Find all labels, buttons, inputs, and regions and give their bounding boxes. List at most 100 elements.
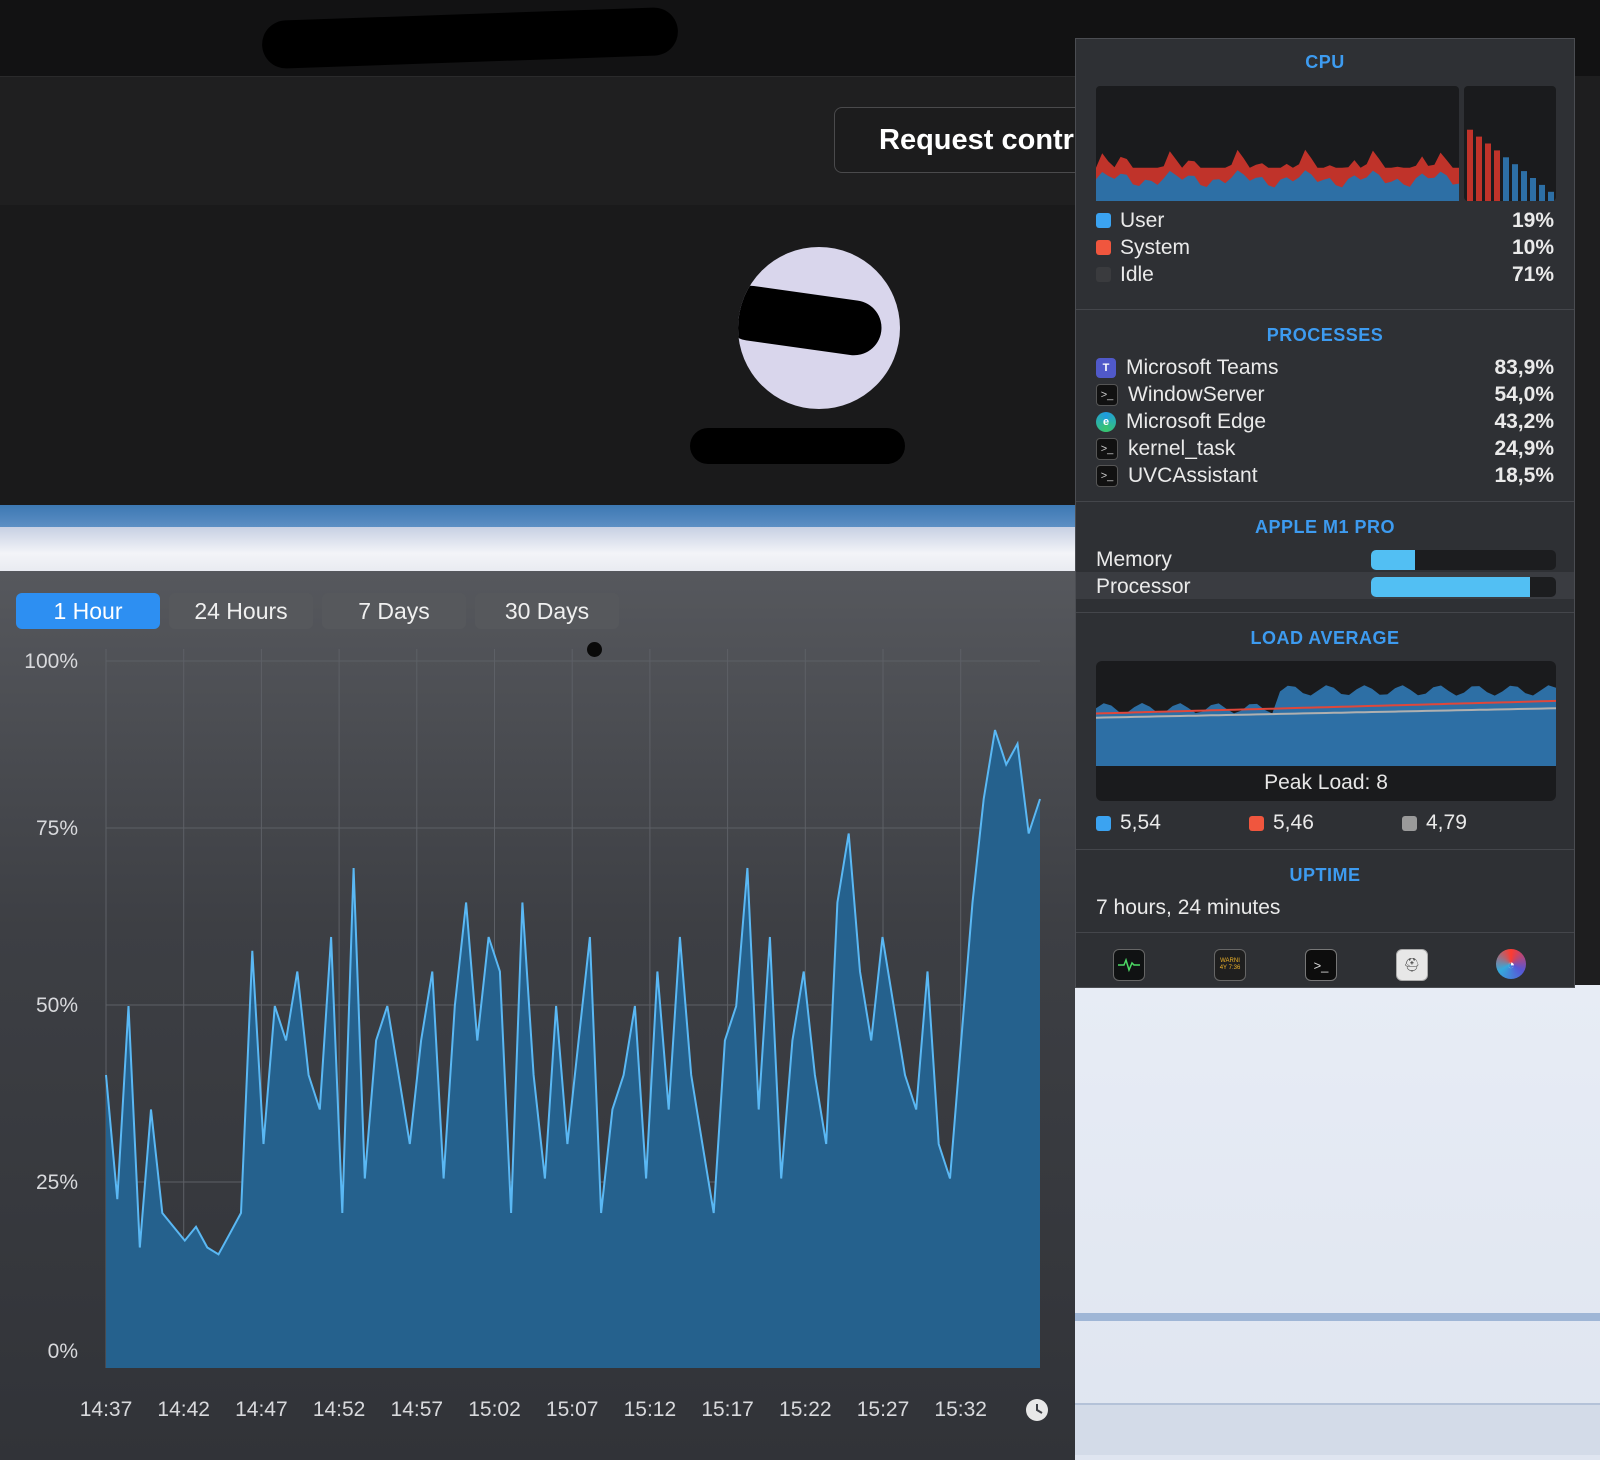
disk-utility-icon[interactable]: ⛑ xyxy=(1396,949,1428,981)
process-value: 43,2% xyxy=(1494,409,1554,433)
cpu-core-bar xyxy=(1521,171,1527,201)
teams-icon: T xyxy=(1096,357,1116,378)
istat-menus-popup: CPU User 19% System 10% Idle 71% PROCESS… xyxy=(1075,38,1575,988)
x-tick-label: 14:42 xyxy=(157,1398,210,1421)
load-1min-swatch xyxy=(1096,815,1111,831)
load-1min: 5,54 xyxy=(1096,811,1161,835)
cpu-core-bar xyxy=(1539,184,1545,201)
terminal-icon: >_ xyxy=(1096,383,1118,406)
process-name: kernel_task xyxy=(1128,436,1236,460)
cpu-core-bar xyxy=(1548,191,1554,201)
cpu-graph xyxy=(1096,86,1556,201)
process-row[interactable]: >_ WindowServer 54,0% xyxy=(1096,381,1554,408)
load-5min-swatch xyxy=(1249,815,1264,831)
load-values: 5,54 5,46 4,79 xyxy=(1096,811,1556,838)
process-value: 54,0% xyxy=(1494,382,1554,406)
cpu-section-title: CPU xyxy=(1305,52,1345,72)
x-tick-label: 14:57 xyxy=(391,1398,444,1421)
cpu-system-row: System 10% xyxy=(1096,234,1554,261)
console-icon-text: WARNI 4Y 7:36 xyxy=(1219,958,1241,971)
x-tick-label: 14:52 xyxy=(313,1398,366,1421)
cpu-user-value: 19% xyxy=(1511,208,1554,232)
process-value: 18,5% xyxy=(1494,463,1554,487)
process-row[interactable]: >_ UVCAssistant 18,5% xyxy=(1096,462,1554,489)
redacted-name xyxy=(690,428,905,464)
memory-bar xyxy=(1371,550,1556,570)
system-swatch xyxy=(1096,240,1111,255)
cpu-core-bar xyxy=(1485,143,1491,201)
y-axis: 100% 75% 50% 25% 0% xyxy=(24,650,78,1363)
avatar xyxy=(738,247,900,409)
process-value: 24,9% xyxy=(1494,436,1554,460)
x-tick-label: 15:12 xyxy=(624,1398,677,1421)
cpu-user-label: User xyxy=(1120,208,1165,232)
participant-area xyxy=(0,205,1075,505)
load-5min-value: 5,46 xyxy=(1273,811,1314,834)
chip-section-title: APPLE M1 PRO xyxy=(1254,517,1396,537)
background-divider xyxy=(1075,1313,1600,1321)
x-tick-label: 15:07 xyxy=(546,1398,599,1421)
window-edge xyxy=(1575,76,1600,986)
separator xyxy=(1076,309,1574,310)
x-tick-label: 15:22 xyxy=(779,1398,832,1421)
processes-section-title: PROCESSES xyxy=(1266,325,1384,345)
x-tick-label: 14:37 xyxy=(80,1398,133,1421)
cpu-history-chart: 100% 75% 50% 25% 0% 14:37 14:42 14:47 14:52 14:5… xyxy=(24,649,1048,1421)
cpu-core-bar xyxy=(1467,129,1473,201)
background-window xyxy=(1075,985,1600,1460)
x-tick-label: 15:02 xyxy=(468,1398,521,1421)
process-name: Microsoft Edge xyxy=(1126,409,1267,433)
uptime-value: 7 hours, 24 minutes xyxy=(1096,895,1281,919)
process-row[interactable]: e Microsoft Edge 43,2% xyxy=(1096,408,1554,435)
request-control-button[interactable]: Request contr xyxy=(834,107,1094,173)
y-tick-label: 0% xyxy=(48,1340,78,1363)
peak-load-label: Peak Load: 8 xyxy=(1264,771,1388,794)
x-tick-label: 14:47 xyxy=(235,1398,288,1421)
background-footer xyxy=(1075,1403,1600,1455)
terminal-icon: >_ xyxy=(1096,464,1118,487)
process-value: 83,9% xyxy=(1494,355,1554,379)
terminal-icon: >_ xyxy=(1096,437,1118,460)
process-name: UVCAssistant xyxy=(1128,463,1258,487)
processor-bar xyxy=(1371,577,1556,597)
cpu-idle-row: Idle 71% xyxy=(1096,261,1554,288)
window-frame-bar xyxy=(0,505,1075,527)
cpu-core-bar xyxy=(1512,164,1518,201)
process-name: WindowServer xyxy=(1128,382,1265,406)
clock-icon[interactable] xyxy=(1026,1399,1048,1421)
cpu-system-label: System xyxy=(1120,235,1191,259)
cpu-core-bar xyxy=(1503,157,1509,201)
x-tick-label: 15:27 xyxy=(857,1398,910,1421)
separator xyxy=(1076,612,1574,613)
x-tick-label: 15:32 xyxy=(934,1398,987,1421)
separator xyxy=(1076,849,1574,850)
istat-icon[interactable]: ◔ xyxy=(1496,949,1526,979)
terminal-app-icon[interactable]: >_ xyxy=(1305,949,1337,981)
cpu-system-value: 10% xyxy=(1511,235,1554,259)
separator xyxy=(1076,932,1574,933)
cpu-idle-label: Idle xyxy=(1120,262,1154,286)
activity-monitor-icon[interactable] xyxy=(1113,949,1145,981)
process-row[interactable]: T Microsoft Teams 83,9% xyxy=(1096,354,1554,381)
x-axis: 14:37 14:42 14:47 14:52 14:57 15:02 15:07 15:12… xyxy=(80,1398,987,1421)
load-1min-value: 5,54 xyxy=(1120,811,1161,834)
load-5min: 5,46 xyxy=(1249,811,1314,835)
cpu-idle-value: 71% xyxy=(1511,262,1554,286)
y-tick-label: 25% xyxy=(36,1171,78,1194)
processor-bar-fill xyxy=(1371,577,1531,597)
uptime-section-title: UPTIME xyxy=(1289,865,1361,885)
cpu-user-row: User 19% xyxy=(1096,207,1554,234)
redacted-initials xyxy=(738,282,886,359)
y-tick-label: 50% xyxy=(36,994,78,1017)
x-tick-label: 15:17 xyxy=(701,1398,754,1421)
load-section-title: LOAD AVERAGE xyxy=(1250,628,1400,648)
window-toolbar xyxy=(0,527,1075,571)
process-name: Microsoft Teams xyxy=(1126,355,1279,379)
cpu-core-bar xyxy=(1476,136,1482,201)
process-row[interactable]: >_ kernel_task 24,9% xyxy=(1096,435,1554,462)
idle-swatch xyxy=(1096,267,1111,282)
edge-icon: e xyxy=(1096,411,1116,432)
y-tick-label: 100% xyxy=(24,650,78,673)
load-15min-swatch xyxy=(1402,815,1417,831)
console-icon[interactable]: WARNI 4Y 7:36 xyxy=(1214,949,1246,981)
